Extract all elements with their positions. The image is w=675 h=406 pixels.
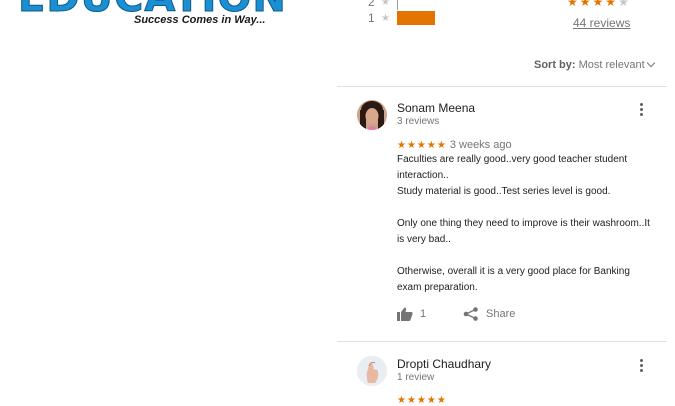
sort-value: Most relevant bbox=[578, 59, 645, 71]
review-line: Only one thing they need to improve is t… bbox=[397, 218, 650, 245]
reviewer-name[interactable]: Dropti Chaudhary bbox=[397, 357, 491, 371]
reviewer-name[interactable]: Sonam Meena bbox=[397, 101, 475, 115]
star-icon: ★ bbox=[381, 0, 390, 8]
review-line: Study material is good..Test series leve… bbox=[397, 186, 611, 197]
star-icon: ★ bbox=[579, 0, 593, 9]
logo-tagline: Success Comes in Way... bbox=[134, 14, 266, 26]
review-date: 3 weeks ago bbox=[449, 139, 512, 151]
like-count: 1 bbox=[420, 308, 427, 320]
share-button[interactable]: Share bbox=[486, 308, 515, 320]
chevron-down-icon bbox=[646, 58, 655, 68]
histogram-row-1: 1 ★ bbox=[368, 11, 435, 25]
avatar[interactable] bbox=[357, 100, 387, 130]
reviewer-review-count: 3 reviews bbox=[397, 116, 440, 127]
review-text: Faculties are really good..very good tea… bbox=[397, 152, 652, 296]
divider bbox=[337, 341, 667, 342]
review-card: Sonam Meena 3 reviews ★★★★★ 3 weeks ago F… bbox=[337, 97, 667, 337]
summary-rating-stars: ★★★★★ bbox=[567, 0, 631, 9]
review-line bbox=[397, 200, 652, 216]
review-line: Faculties are really good..very good tea… bbox=[397, 154, 628, 181]
review-rating: ★★★★★ 3 weeks ago bbox=[397, 139, 512, 151]
review-rating: ★★★★★ bbox=[397, 395, 447, 406]
histogram-label: 2 bbox=[368, 0, 375, 9]
star-icon: ★ bbox=[381, 12, 390, 24]
star-icon: ★ bbox=[618, 0, 631, 9]
review-card: Dropti Chaudhary 1 review ★★★★★ bbox=[337, 353, 667, 406]
more-vert-icon[interactable] bbox=[640, 103, 644, 118]
sort-dropdown[interactable]: Sort by: Most relevant bbox=[534, 58, 655, 71]
histogram-bar bbox=[397, 11, 435, 25]
review-line bbox=[397, 248, 652, 264]
review-stars: ★★★★★ bbox=[397, 395, 447, 406]
review-actions: 1 Share bbox=[397, 307, 597, 323]
reviewer-review-count: 1 review bbox=[397, 372, 435, 383]
more-vert-icon[interactable] bbox=[640, 359, 644, 374]
avatar[interactable] bbox=[357, 356, 387, 386]
divider bbox=[337, 86, 667, 87]
star-icon: ★ bbox=[592, 0, 606, 9]
share-icon[interactable] bbox=[463, 307, 479, 321]
review-line: Otherwise, overall it is a very good pla… bbox=[397, 266, 630, 293]
histogram-label: 1 bbox=[368, 11, 375, 25]
review-stars: ★★★★★ bbox=[397, 140, 447, 151]
sort-label: Sort by: bbox=[534, 59, 576, 71]
star-icon: ★ bbox=[567, 0, 580, 9]
logo: EDUCATION Success Comes in Way... bbox=[0, 0, 300, 30]
histogram-row-2: 2 ★ bbox=[368, 0, 393, 9]
star-icon: ★ bbox=[605, 0, 619, 9]
reviews-count-link[interactable]: 44 reviews bbox=[573, 16, 630, 30]
thumbs-up-icon[interactable] bbox=[397, 307, 413, 321]
